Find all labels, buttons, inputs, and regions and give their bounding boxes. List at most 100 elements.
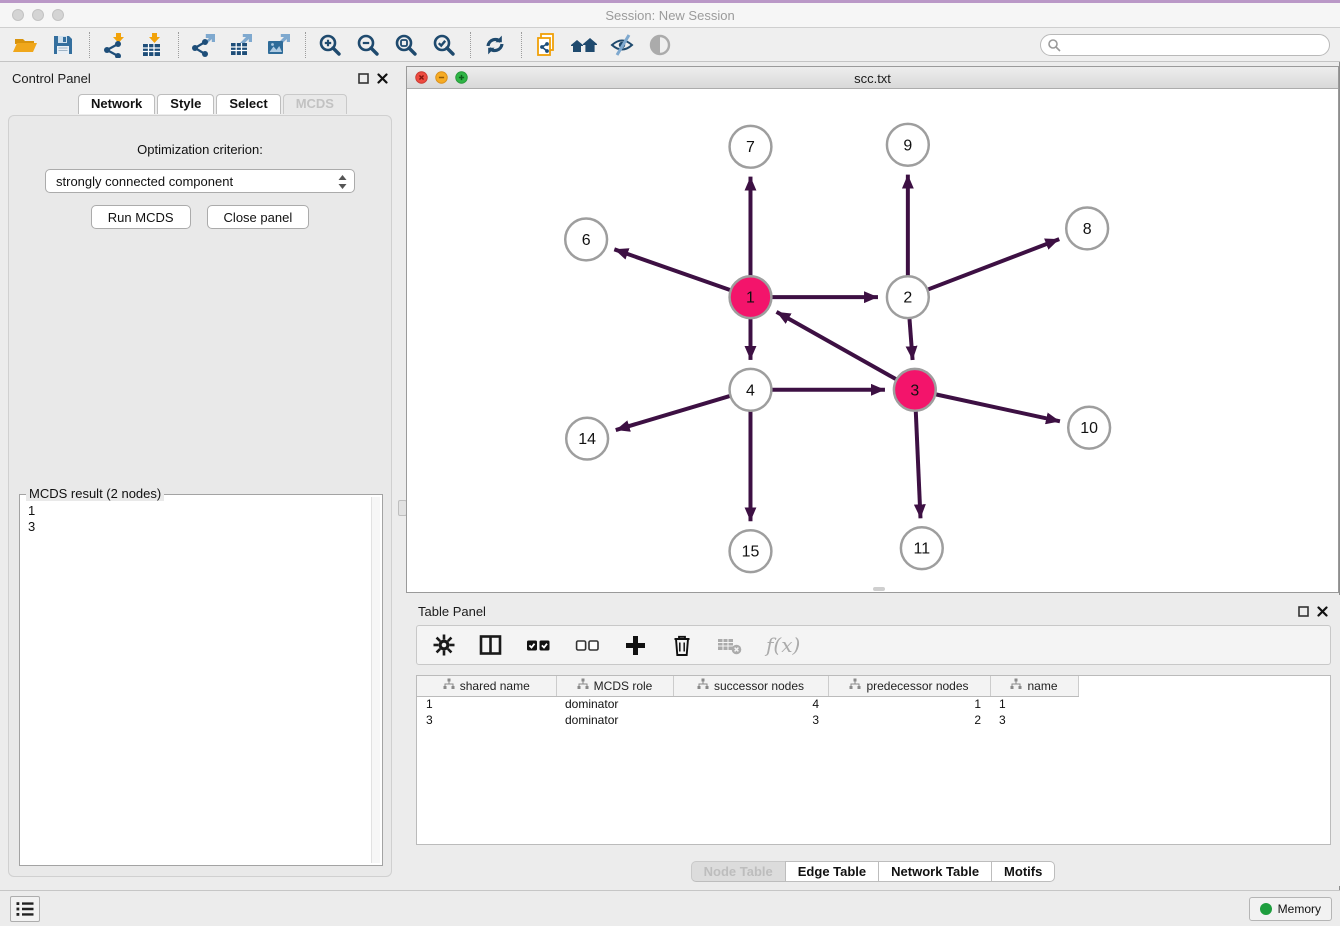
column-header-predecessor-nodes[interactable]: predecessor nodes (828, 676, 990, 696)
float-table-panel-icon[interactable] (1298, 606, 1309, 617)
status-bar: Memory (0, 890, 1340, 926)
column-type-icon (577, 678, 589, 693)
show-columns-icon[interactable] (479, 634, 502, 656)
table-cell[interactable]: 3 (990, 712, 1078, 728)
network-file-title: scc.txt (407, 71, 1338, 86)
node-label-7: 7 (746, 139, 755, 156)
table-cell[interactable]: 3 (673, 712, 828, 728)
import-table-icon[interactable] (137, 31, 167, 59)
zoom-in-icon[interactable] (315, 31, 345, 59)
edge-1-6[interactable] (614, 249, 730, 290)
table-cell[interactable]: 2 (828, 712, 990, 728)
mcds-panel: Optimization criterion: strongly connect… (8, 115, 392, 877)
mac-titlebar: Session: New Session (0, 0, 1340, 28)
network-graph[interactable]: 7968124314101511 (407, 89, 1338, 592)
node-table[interactable]: shared nameMCDS rolesuccessor nodesprede… (416, 675, 1331, 845)
close-panel-icon[interactable] (377, 73, 388, 84)
column-type-icon (1010, 678, 1022, 693)
application-window: Session: New Session (0, 0, 1340, 926)
fit-content-icon[interactable] (391, 31, 421, 59)
node-label-3: 3 (910, 382, 919, 399)
export-table-icon[interactable] (226, 31, 256, 59)
show-panel-eye-icon[interactable] (645, 31, 675, 59)
refresh-icon[interactable] (480, 31, 510, 59)
select-stepper-icon (337, 174, 348, 190)
table-cell[interactable]: 1 (417, 696, 556, 712)
copy-network-icon[interactable] (531, 31, 561, 59)
edge-4-14[interactable] (616, 396, 731, 430)
edge-2-8[interactable] (927, 239, 1059, 290)
add-row-plus-icon[interactable] (624, 634, 647, 657)
float-panel-icon[interactable] (358, 73, 369, 84)
column-header-MCDS-role[interactable]: MCDS role (556, 676, 673, 696)
deselect-all-checkboxes-icon[interactable] (575, 634, 600, 656)
toolbar-separator (305, 32, 306, 58)
tab-network-table[interactable]: Network Table (878, 861, 991, 882)
toolbar-separator (89, 32, 90, 58)
table-cell[interactable]: 1 (990, 696, 1078, 712)
zoom-out-icon[interactable] (353, 31, 383, 59)
selected-criterion: strongly connected component (56, 174, 233, 189)
column-header-name[interactable]: name (990, 676, 1078, 696)
table-cell[interactable]: 3 (417, 712, 556, 728)
table-cell[interactable]: 1 (828, 696, 990, 712)
zoom-selected-icon[interactable] (429, 31, 459, 59)
tab-node-table[interactable]: Node Table (691, 861, 785, 882)
tab-style[interactable]: Style (157, 94, 214, 114)
list-icon (15, 900, 35, 918)
mcds-result-box: MCDS result (2 nodes) 13 (19, 494, 383, 866)
window-title: Session: New Session (0, 8, 1340, 23)
export-network-icon[interactable] (188, 31, 218, 59)
canvas-resize-grip[interactable] (873, 587, 885, 591)
close-table-panel-icon[interactable] (1317, 606, 1328, 617)
column-header-successor-nodes[interactable]: successor nodes (673, 676, 828, 696)
node-label-14: 14 (578, 431, 596, 448)
table-cell[interactable]: dominator (556, 696, 673, 712)
tab-motifs[interactable]: Motifs (991, 861, 1055, 882)
result-scrollbar[interactable] (371, 497, 380, 863)
optimization-criterion-label: Optimization criterion: (9, 142, 391, 157)
optimization-criterion-select[interactable]: strongly connected component (45, 169, 355, 193)
save-session-icon[interactable] (48, 31, 78, 59)
run-mcds-button[interactable]: Run MCDS (91, 205, 191, 229)
edge-2-3[interactable] (909, 318, 912, 360)
open-folder-icon[interactable] (10, 31, 40, 59)
task-history-button[interactable] (10, 896, 40, 922)
home-icon[interactable] (569, 31, 599, 59)
main-toolbar (0, 28, 1340, 62)
edge-3-10[interactable] (935, 394, 1060, 421)
table-cell[interactable]: dominator (556, 712, 673, 728)
tab-network[interactable]: Network (78, 94, 155, 114)
table-settings-gear-icon[interactable] (433, 634, 455, 656)
table-panel-tabs: Node TableEdge TableNetwork TableMotifs (406, 861, 1340, 882)
table-cell[interactable]: 4 (673, 696, 828, 712)
table-row[interactable]: 1dominator411 (417, 696, 1078, 712)
edge-3-1[interactable] (777, 312, 897, 380)
hide-panel-eye-icon[interactable] (607, 31, 637, 59)
close-panel-button[interactable]: Close panel (207, 205, 310, 229)
export-image-icon[interactable] (264, 31, 294, 59)
tab-select[interactable]: Select (216, 94, 280, 114)
column-type-icon (849, 678, 861, 693)
network-canvas[interactable]: 7968124314101511 (407, 89, 1338, 592)
mcds-result-text: 13 (22, 497, 370, 863)
edge-3-11[interactable] (916, 411, 921, 519)
node-label-11: 11 (914, 541, 931, 558)
node-label-15: 15 (742, 544, 760, 561)
table-panel-title: Table Panel (418, 604, 486, 619)
select-all-checkboxes-icon[interactable] (526, 634, 551, 656)
column-header-shared-name[interactable]: shared name (417, 676, 556, 696)
tab-mcds[interactable]: MCDS (283, 94, 347, 114)
import-network-icon[interactable] (99, 31, 129, 59)
titlebar-accent-strip (0, 0, 1340, 3)
tab-edge-table[interactable]: Edge Table (785, 861, 878, 882)
network-window-titlebar[interactable]: scc.txt (407, 67, 1338, 89)
delete-row-trash-icon[interactable] (671, 634, 693, 657)
node-label-2: 2 (903, 290, 912, 307)
toolbar-separator (521, 32, 522, 58)
toolbar-separator (470, 32, 471, 58)
memory-button[interactable]: Memory (1249, 897, 1332, 921)
search-input[interactable] (1040, 34, 1330, 56)
table-row[interactable]: 3dominator323 (417, 712, 1078, 728)
function-builder-icon: f(x) (766, 633, 800, 657)
